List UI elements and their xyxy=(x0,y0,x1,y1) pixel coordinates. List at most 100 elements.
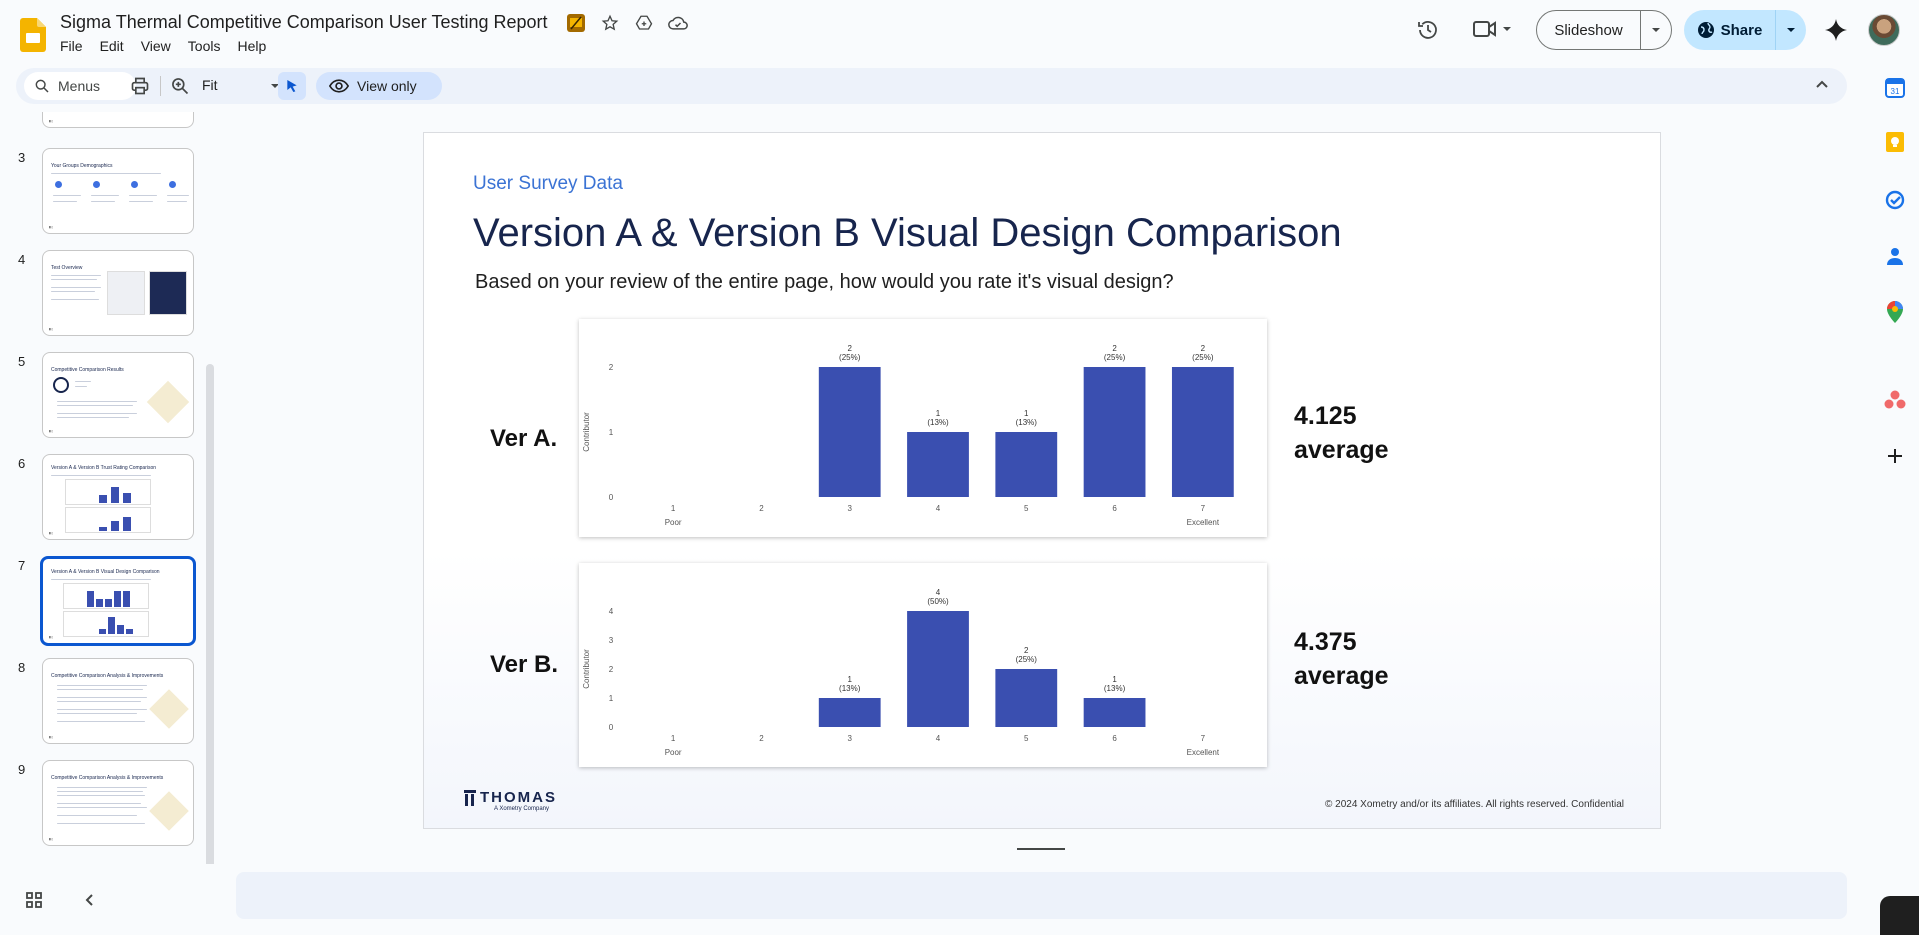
ver-b-average-value: 4.375 xyxy=(1294,628,1357,656)
slide-thumbnail-4[interactable]: Test Overview ▮ ▯ xyxy=(42,250,194,336)
ver-a-average: 4.125 average xyxy=(1294,399,1389,467)
select-tool[interactable] xyxy=(278,72,306,100)
x-tick-label: 5 xyxy=(1024,734,1029,743)
maps-icon[interactable] xyxy=(1883,300,1907,324)
chevron-down-icon xyxy=(1652,28,1660,32)
bar-data-label: 1 xyxy=(936,409,941,418)
slide-question: Based on your review of the entire page,… xyxy=(475,271,1174,293)
menu-view[interactable]: View xyxy=(141,38,180,54)
eye-icon xyxy=(329,79,349,93)
share-button[interactable]: Share xyxy=(1684,10,1776,50)
x-label-excellent: Excellent xyxy=(1187,518,1220,527)
slide-thumbnail-6[interactable]: Version A & Version B Trust Rating Compa… xyxy=(42,454,194,540)
share-group: Share xyxy=(1684,10,1806,50)
speaker-notes[interactable] xyxy=(236,872,1847,919)
thumbnail-title: Version A & Version B Trust Rating Compa… xyxy=(51,465,157,471)
slide-canvas[interactable]: User Survey Data Version A & Version B V… xyxy=(423,132,1661,829)
ver-b-average-label: average xyxy=(1294,662,1389,690)
toolbar-divider xyxy=(160,76,161,96)
calendar-icon[interactable]: 31 xyxy=(1883,76,1907,100)
slide-thumbnail[interactable]: ▮ ▯ xyxy=(42,112,194,128)
ver-a-average-label: average xyxy=(1294,436,1389,464)
filmstrip-scrollbar[interactable] xyxy=(206,364,214,864)
slide-thumbnail-8[interactable]: Competitive Comparison Analysis & Improv… xyxy=(42,658,194,744)
print-icon[interactable] xyxy=(130,76,150,96)
chart-bar xyxy=(1083,367,1146,497)
cloud-saved-icon[interactable] xyxy=(668,13,688,33)
menu-help[interactable]: Help xyxy=(237,38,275,54)
svg-text:31: 31 xyxy=(1891,87,1900,96)
slide-number: 7 xyxy=(18,558,26,573)
slide-thumbnail-3[interactable]: Your Groups Demographics ▮ ▯ xyxy=(42,148,194,234)
collapse-menus-icon[interactable] xyxy=(1813,76,1831,99)
x-tick-label: 4 xyxy=(936,734,941,743)
gemini-icon[interactable] xyxy=(1824,18,1848,47)
slide-eyebrow: User Survey Data xyxy=(473,173,623,194)
tasks-icon[interactable] xyxy=(1883,188,1907,212)
slides-logo-icon[interactable] xyxy=(20,18,46,52)
thumbnail-title: Version A & Version B Visual Design Comp… xyxy=(51,569,160,575)
x-tick-label: 3 xyxy=(847,734,852,743)
x-tick-label: 7 xyxy=(1201,504,1206,513)
document-title[interactable]: Sigma Thermal Competitive Comparison Use… xyxy=(60,12,548,33)
slide-thumbnail-5[interactable]: Competitive Comparison Results ▮ ▯ xyxy=(42,352,194,438)
asana-icon[interactable] xyxy=(1883,388,1907,412)
slide-number: 6 xyxy=(18,456,26,471)
zoom-icon[interactable] xyxy=(170,76,190,96)
move-to-drive-icon[interactable] xyxy=(634,13,654,33)
bar-data-label: 4 xyxy=(936,588,941,597)
thumbnail-footer: ▮ ▯ xyxy=(49,531,54,535)
slide-filmstrip: ▮ ▯ 3 Your Groups Demographics ▮ ▯ 4 Tes… xyxy=(0,112,214,864)
add-addon-icon[interactable] xyxy=(1883,444,1907,468)
chart-bar xyxy=(818,367,881,497)
globe-icon xyxy=(1697,22,1714,38)
x-tick-label: 2 xyxy=(759,504,764,513)
ver-b-chart: Contributor 0 1 2 3 4 1 2 1 (13%) 3 4 (50%) 4 2 (25%) 5 1… xyxy=(579,563,1267,767)
y-tick-label: 4 xyxy=(609,607,614,616)
x-tick-label: 2 xyxy=(759,734,764,743)
menus-search[interactable]: Menus xyxy=(24,72,136,100)
menu-tools[interactable]: Tools xyxy=(188,38,230,54)
slide-thumbnail-7-active[interactable]: Version A & Version B Visual Design Comp… xyxy=(40,556,196,646)
bar-data-label: (25%) xyxy=(1104,353,1126,362)
notes-resize-handle[interactable] xyxy=(1017,848,1065,850)
contacts-icon[interactable] xyxy=(1883,244,1907,268)
slideshow-button[interactable]: Slideshow xyxy=(1537,11,1641,49)
grid-view-icon[interactable] xyxy=(24,890,44,915)
share-dropdown[interactable] xyxy=(1776,10,1806,50)
slideshow-dropdown[interactable] xyxy=(1641,11,1671,49)
search-icon xyxy=(35,79,49,93)
x-label-excellent: Excellent xyxy=(1187,748,1220,757)
logo-wordmark: THOMAS xyxy=(480,789,557,806)
collapse-filmstrip-icon[interactable] xyxy=(80,890,100,915)
thumbnail-footer: ▮ ▯ xyxy=(49,429,54,433)
thomas-logo: THOMAS A Xometry Company xyxy=(464,789,557,812)
slide-thumbnail-9[interactable]: Competitive Comparison Analysis & Improv… xyxy=(42,760,194,846)
bar-data-label: 2 xyxy=(1201,344,1206,353)
bar-data-label: 2 xyxy=(1112,344,1117,353)
keep-icon[interactable] xyxy=(1883,130,1907,154)
star-icon[interactable] xyxy=(600,13,620,33)
x-tick-label: 1 xyxy=(671,734,676,743)
thumbnail-title: Competitive Comparison Analysis & Improv… xyxy=(51,775,164,781)
version-history-icon[interactable] xyxy=(1416,18,1440,47)
menu-edit[interactable]: Edit xyxy=(100,38,133,54)
slides-badge-icon[interactable] xyxy=(566,13,586,33)
chevron-down-icon xyxy=(1503,27,1511,31)
account-avatar[interactable] xyxy=(1868,14,1900,46)
chart-bar xyxy=(907,432,969,497)
y-tick-label: 1 xyxy=(609,694,614,703)
bar-data-label: (50%) xyxy=(927,597,949,606)
side-panel-toggle[interactable] xyxy=(1880,896,1919,935)
thumbnail-title: Competitive Comparison Results xyxy=(51,367,124,373)
view-only-button[interactable]: View only xyxy=(316,72,442,100)
meet-button[interactable] xyxy=(1472,18,1512,40)
bar-data-label: (13%) xyxy=(1016,418,1038,427)
menu-file[interactable]: File xyxy=(60,38,92,54)
x-tick-label: 6 xyxy=(1112,734,1117,743)
chevron-down-icon xyxy=(1787,28,1795,32)
zoom-select[interactable]: Fit xyxy=(202,77,218,93)
thumbnail-footer: ▮ ▯ xyxy=(49,327,54,331)
x-tick-label: 4 xyxy=(936,504,941,513)
share-label: Share xyxy=(1720,21,1763,39)
